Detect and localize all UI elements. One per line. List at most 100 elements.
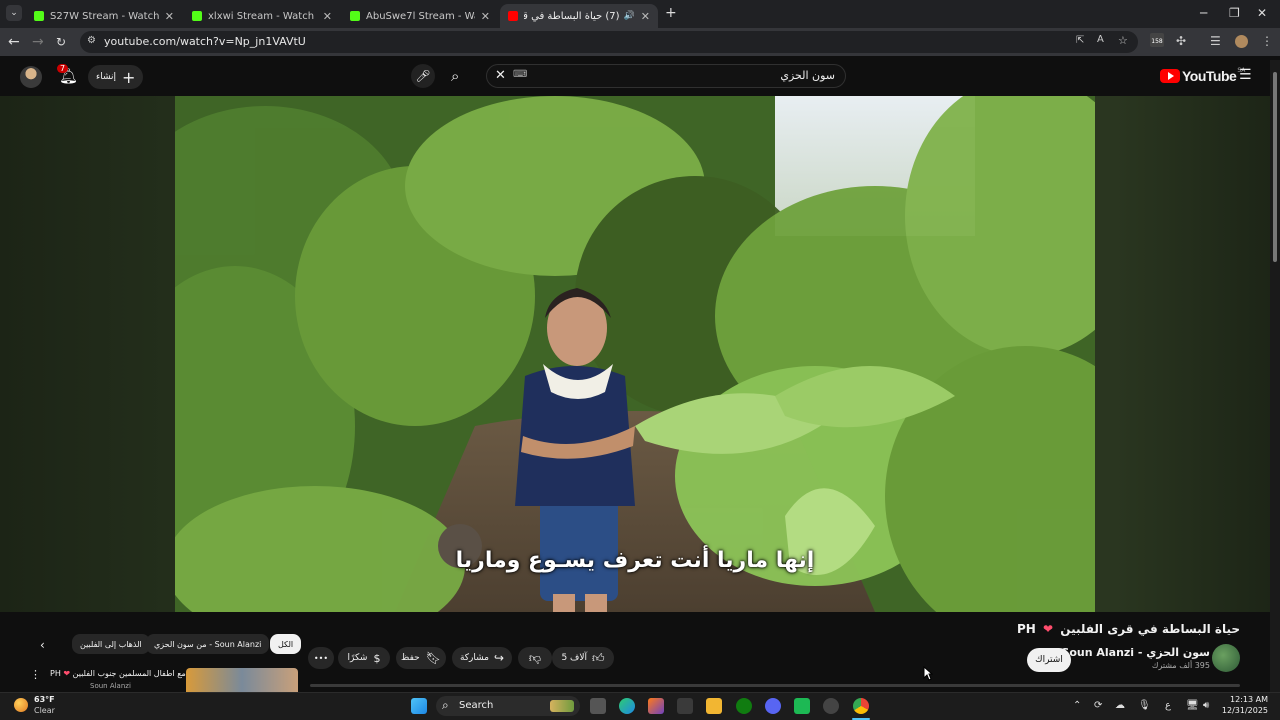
video-frame-image (175, 96, 1095, 612)
recommended-channel: Soun Alanzi (90, 682, 131, 690)
minimize-icon[interactable]: ─ (1200, 6, 1207, 20)
youtube-play-logo-icon (1160, 69, 1180, 83)
heart-emoji-icon: ❤ (1043, 622, 1054, 636)
close-tab-icon[interactable]: ✕ (323, 10, 332, 23)
search-box[interactable]: ⌕ ✕ ⌨ سون الحزي (451, 64, 846, 88)
save-button[interactable]: حفظ 🔖︎ (396, 647, 446, 669)
thanks-label: شكرًا (347, 653, 368, 663)
channel-avatar[interactable] (1212, 644, 1240, 672)
taskbar-search-box[interactable]: ⌕ Search (436, 696, 580, 716)
thumbs-up-icon: 👍︎ (592, 650, 605, 665)
guide-menu-icon[interactable]: ☰ (1239, 67, 1252, 83)
audio-playing-icon[interactable]: 🔊 (624, 11, 635, 21)
subscribe-label: اشتراك (1035, 655, 1063, 665)
extension-icon[interactable]: 158 (1150, 33, 1164, 47)
browser-tab-3[interactable]: AbuSwe7l Stream - Watch Live ✕ (342, 4, 498, 28)
chip-label: من سون الحزي - Soun Alanzi (154, 639, 262, 649)
install-app-icon[interactable]: ⇱ (1076, 35, 1084, 46)
reload-icon[interactable]: ↻ (56, 35, 66, 49)
youtube-logo[interactable]: YouTube SA (1160, 67, 1245, 84)
share-button[interactable]: مشاركة ↪ (452, 647, 512, 669)
browser-tab-1[interactable]: S27W Stream - Watch Live on K ✕ (26, 4, 182, 28)
recommended-more-icon[interactable]: ⋮ (30, 668, 41, 681)
xbox-icon[interactable] (736, 698, 752, 714)
clear-search-icon[interactable]: ✕ (495, 68, 506, 83)
onedrive-cloud-icon[interactable]: ☁ (1115, 700, 1125, 711)
microsoft-store-icon[interactable] (677, 698, 693, 714)
recommended-thumbnail[interactable] (186, 668, 298, 692)
new-tab-button[interactable]: + (665, 5, 677, 21)
scrollbar-thumb[interactable] (1273, 72, 1277, 262)
voice-search-mic-icon[interactable]: 🎤︎ (411, 64, 435, 88)
weather-temperature[interactable]: 63°F (34, 695, 55, 704)
more-actions-icon: ••• (313, 653, 329, 663)
tab-search-icon[interactable]: ⌄ (6, 5, 22, 21)
keyboard-icon[interactable]: ⌨ (513, 69, 527, 80)
kick-favicon-icon (350, 11, 360, 21)
file-explorer-icon[interactable] (706, 698, 722, 714)
show-hidden-icons-icon[interactable]: ⌃ (1073, 700, 1081, 711)
forward-icon[interactable]: → (32, 34, 44, 50)
extension-badge: 158 (1151, 38, 1163, 45)
page-scrollbar[interactable] (1270, 60, 1280, 692)
video-subtitle-caption: إنها ماريا أنت تعرف يسـوع وماريا (455, 548, 815, 573)
close-tab-icon[interactable]: ✕ (641, 10, 650, 23)
windows-start-icon[interactable] (411, 698, 427, 714)
weather-moon-icon[interactable] (14, 698, 28, 712)
input-language-indicator[interactable]: ع (1165, 700, 1171, 711)
thumbs-down-icon: 👎︎ (528, 650, 542, 665)
video-player[interactable]: إنها ماريا أنت تعرف يسـوع وماريا (175, 96, 1095, 612)
profile-avatar[interactable] (1235, 35, 1248, 48)
mouse-cursor-icon (923, 666, 933, 681)
tab-title: xlxwi Stream - Watch Live on K (208, 10, 317, 22)
channel-name[interactable]: سون الحزي - Soun Alanzi ● (1047, 646, 1210, 659)
watch-metadata: حياة البساطة في قرى الفلبين ❤ PH سون الح… (0, 612, 1280, 692)
close-tab-icon[interactable]: ✕ (481, 10, 490, 23)
clock-date[interactable]: 12/31/2025 (1212, 706, 1268, 715)
address-bar[interactable]: ⚙ youtube.com/watch?v=Np_jn1VAVtU ⇱ A ☆ (80, 31, 1138, 53)
search-input[interactable]: سون الحزي (780, 69, 835, 82)
dislike-button[interactable]: 👎︎ (518, 647, 552, 669)
search-icon[interactable]: ⌕ (451, 67, 459, 85)
edge-browser-icon[interactable] (619, 698, 635, 714)
more-actions-button[interactable]: ••• (308, 647, 334, 669)
microphone-tray-icon[interactable]: 🎙︎ (1138, 700, 1151, 711)
account-avatar[interactable] (20, 66, 42, 88)
subscribe-button[interactable]: اشتراك (1027, 648, 1071, 672)
browser-tab-2[interactable]: xlxwi Stream - Watch Live on K ✕ (184, 4, 340, 28)
chip-go-to-philippines[interactable]: الذهاب إلى الفلبين (72, 634, 150, 654)
close-window-icon[interactable]: ✕ (1257, 6, 1267, 20)
bookmark-icon: 🔖︎ (425, 651, 441, 665)
weather-description[interactable]: Clear (34, 706, 55, 715)
network-icon[interactable]: 🖥︎ (1186, 700, 1199, 711)
back-icon[interactable]: ← (8, 34, 20, 50)
close-tab-icon[interactable]: ✕ (165, 10, 174, 23)
bookmark-star-icon[interactable]: ☆ (1118, 34, 1128, 47)
reading-list-icon[interactable]: ☰ (1210, 34, 1221, 48)
plus-icon: + (122, 67, 136, 87)
thanks-button[interactable]: شكرًا $ (338, 647, 390, 669)
recommended-video-title[interactable]: PH ❤ يوم مع اطفال المسلمين جنوب الفلبين (50, 669, 200, 678)
like-button[interactable]: 5 آلاف 👍︎ (552, 647, 614, 669)
youtube-masthead: 🔔︎ 7 إنشاء + 🎤︎ ⌕ ✕ ⌨ سون الحزي YouTube … (0, 56, 1280, 96)
chips-scroll-left-icon[interactable]: ‹ (40, 638, 45, 652)
site-info-icon[interactable]: ⚙ (87, 35, 96, 46)
create-button[interactable]: إنشاء + (88, 65, 144, 89)
volume-icon[interactable]: 🔊︎ (1203, 700, 1209, 711)
kick-favicon-icon (192, 11, 202, 21)
maximize-icon[interactable]: ❐ (1229, 6, 1240, 20)
steam-icon[interactable] (823, 698, 839, 714)
gaming-app-icon[interactable] (794, 698, 810, 714)
translate-icon[interactable]: A (1097, 34, 1104, 45)
extensions-puzzle-icon[interactable]: ✣ (1176, 34, 1186, 48)
chrome-icon[interactable] (853, 698, 869, 714)
browser-menu-icon[interactable]: ⋮ (1261, 34, 1273, 48)
browser-tab-4-active[interactable]: (7) حياة البساطة في قرى الفل 🔊 ✕ (500, 4, 658, 28)
discord-icon[interactable] (765, 698, 781, 714)
chip-all[interactable]: الكل (270, 634, 302, 654)
copilot-icon[interactable] (648, 698, 664, 714)
clock-time[interactable]: 12:13 AM (1222, 695, 1268, 704)
sync-icon[interactable]: ⟳ (1094, 700, 1102, 711)
chip-from-channel[interactable]: من سون الحزي - Soun Alanzi (146, 634, 270, 654)
task-view-icon[interactable] (590, 698, 606, 714)
